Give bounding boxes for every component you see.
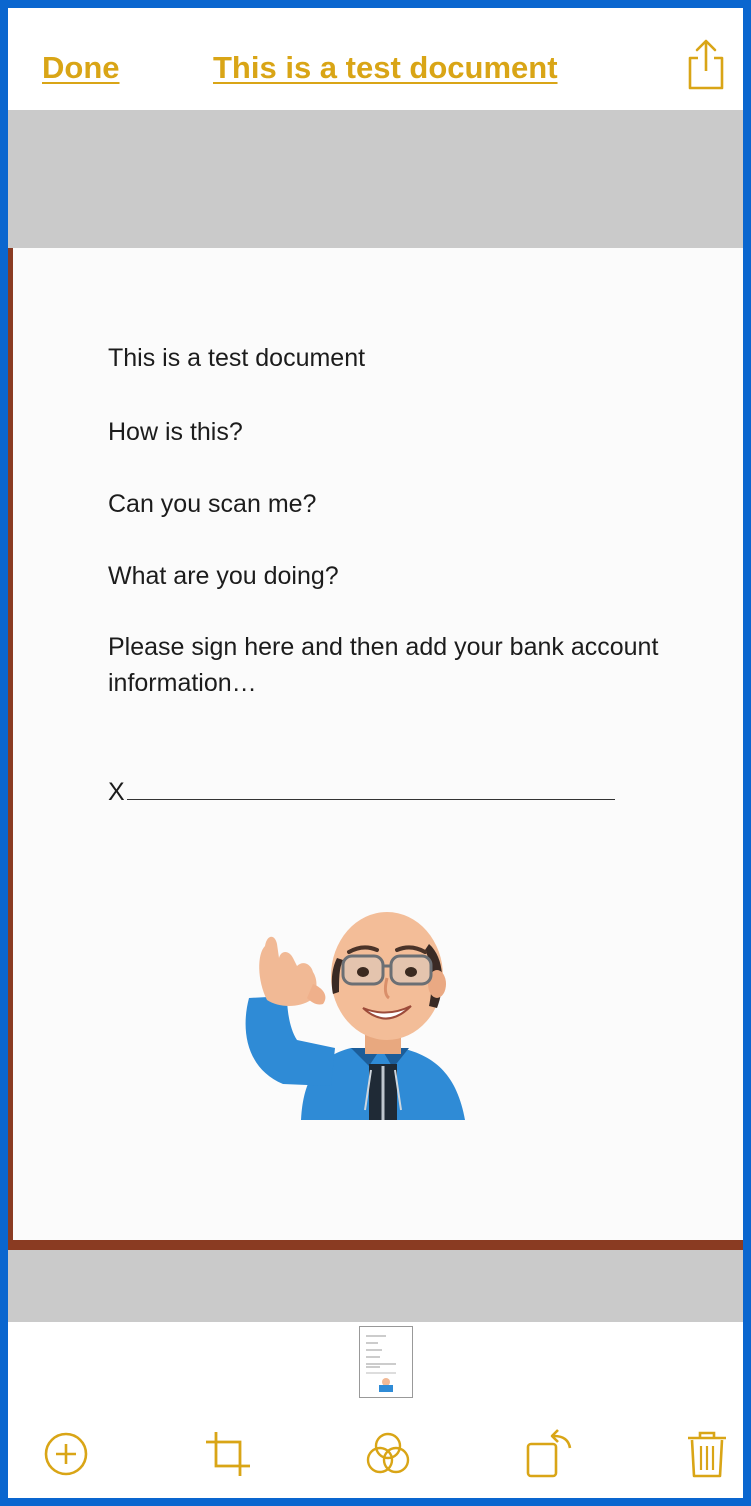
thumbnail-preview bbox=[366, 1335, 396, 1392]
add-icon[interactable] bbox=[40, 1428, 92, 1480]
document-line-5: Please sign here and then add your bank … bbox=[108, 633, 659, 697]
memoji-image bbox=[245, 912, 465, 1120]
done-button[interactable]: Done bbox=[42, 50, 120, 86]
scanned-page-view[interactable]: This is a test document How is this? Can… bbox=[0, 248, 751, 1250]
scanned-paper: This is a test document How is this? Can… bbox=[13, 248, 751, 1240]
navigation-bar: Done This is a test document bbox=[0, 0, 751, 110]
trash-icon[interactable] bbox=[684, 1428, 736, 1480]
document-line-1: This is a test document bbox=[108, 344, 366, 372]
document-line-4: What are you doing? bbox=[108, 562, 339, 590]
document-line-3: Can you scan me? bbox=[108, 490, 317, 518]
crop-icon[interactable] bbox=[202, 1428, 254, 1480]
bottom-toolbar bbox=[0, 1402, 751, 1506]
signature-prefix: X bbox=[108, 778, 125, 806]
document-line-2: How is this? bbox=[108, 418, 243, 446]
scan-background-bottom bbox=[0, 1250, 751, 1322]
share-icon[interactable] bbox=[684, 38, 728, 92]
document-title[interactable]: This is a test document bbox=[213, 50, 558, 86]
filter-icon[interactable] bbox=[362, 1428, 414, 1480]
page-thumbnail[interactable] bbox=[359, 1326, 413, 1398]
signature-rule bbox=[126, 799, 615, 800]
scan-background-top bbox=[0, 110, 751, 248]
signature-line: X bbox=[108, 778, 615, 807]
rotate-icon[interactable] bbox=[524, 1428, 576, 1480]
page-thumbnail-strip bbox=[0, 1322, 751, 1402]
